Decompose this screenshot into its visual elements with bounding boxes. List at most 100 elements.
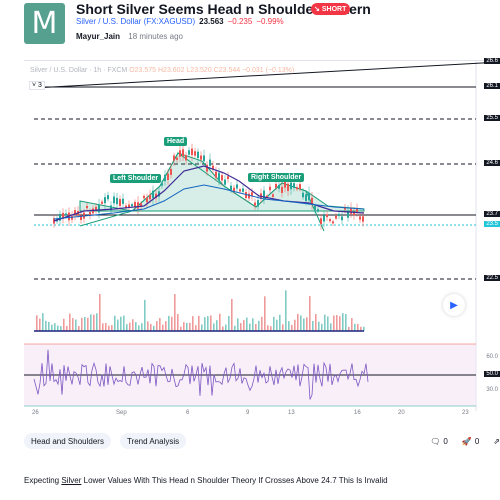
volume-bar — [51, 324, 53, 331]
date-label: 16 — [354, 410, 361, 416]
candle-body — [143, 195, 145, 199]
date-label: 6 — [186, 410, 190, 416]
publish-time: 18 minutes ago — [128, 32, 183, 41]
volume-bar — [192, 316, 194, 331]
author-name[interactable]: Mayur_Jain — [76, 32, 120, 41]
volume-bar — [279, 314, 281, 331]
volume-bar — [330, 323, 332, 331]
volume-bar — [240, 323, 242, 331]
volume-bar — [282, 324, 284, 331]
volume-bar — [300, 315, 302, 331]
legend-symbol: Silver / U.S. Dollar · 1h · FXCM — [30, 67, 128, 74]
tag-trend-analysis[interactable]: Trend Analysis — [119, 433, 187, 449]
volume-bar — [267, 325, 269, 331]
candle-body — [254, 202, 256, 206]
candle-body — [314, 205, 316, 210]
volume-bar — [276, 319, 278, 331]
volume-bar — [273, 316, 275, 331]
volume-bar — [108, 325, 110, 331]
volume-bar — [141, 323, 143, 331]
play-icon: ▶ — [450, 299, 458, 311]
author-avatar[interactable]: M — [24, 3, 65, 44]
date-label: 23 — [462, 410, 469, 416]
candle-body — [248, 193, 250, 199]
silver-link[interactable]: Silver — [61, 476, 81, 485]
candle-body — [215, 171, 217, 178]
volume-bar — [126, 324, 128, 331]
candle-body — [218, 172, 220, 181]
volume-bar — [354, 323, 356, 331]
date-label: 13 — [288, 410, 295, 416]
comment-icon: 🗨 — [430, 437, 441, 446]
volume-bar — [186, 322, 188, 331]
rocket-icon: 🚀 — [461, 437, 472, 446]
rsi-label-50: 50.0 — [484, 371, 500, 377]
date-label: 26 — [32, 410, 39, 416]
volume-bar — [228, 315, 230, 331]
annotation-left-shoulder: Left Shoulder — [110, 174, 162, 183]
price-label-22-5: 22.5 — [484, 275, 500, 281]
play-replay-button[interactable]: ▶ — [443, 294, 465, 316]
candle-body — [269, 186, 271, 191]
comments-button[interactable]: 🗨 0 — [430, 437, 448, 446]
candle-body — [98, 204, 100, 213]
volume-bar — [303, 318, 305, 331]
chart-legend: Silver / U.S. Dollar · 1h · FXCM O23.575… — [30, 67, 294, 74]
volume-bar — [195, 325, 197, 331]
volume-bar — [234, 325, 236, 331]
candle-body — [137, 202, 139, 209]
share-button[interactable]: ⇗ — [493, 437, 500, 446]
boost-button[interactable]: 🚀 0 — [462, 437, 479, 446]
volume-bar — [321, 323, 323, 331]
volume-bar — [129, 322, 131, 331]
desc-suffix: Lower Values With This Head n Shoulder T… — [83, 476, 388, 485]
candle-body — [332, 221, 334, 224]
candle-body — [302, 192, 304, 198]
volume-bar — [252, 318, 254, 331]
indicator-collapse-button[interactable]: ˅ 3 — [29, 81, 45, 90]
rsi-label-30: 30.0 — [486, 387, 498, 393]
candle-body — [176, 157, 178, 160]
volume-bar — [351, 318, 353, 331]
volume-bar — [327, 316, 329, 331]
chart-area[interactable]: Silver / U.S. Dollar · 1h · FXCM O23.575… — [24, 58, 500, 420]
volume-bar — [90, 314, 92, 331]
annotation-right-shoulder: Right Shoulder — [248, 173, 305, 182]
volume-bar — [69, 313, 71, 331]
price-label-26-1: 26.1 — [484, 83, 500, 89]
volume-bar — [213, 323, 215, 331]
volume-bar — [93, 314, 95, 331]
volume-bar — [309, 296, 311, 331]
volume-bar — [261, 316, 263, 331]
candle-body — [152, 190, 154, 199]
volume-bar — [237, 318, 239, 331]
candle-body — [284, 181, 286, 188]
candle-body — [116, 197, 118, 205]
volume-bar — [207, 316, 209, 331]
volume-bar — [225, 324, 227, 331]
author-line: Mayur_Jain 18 minutes ago — [76, 32, 183, 41]
symbol-link[interactable]: Silver / U.S. Dollar (FX:XAGUSD) — [76, 17, 195, 26]
candle-body — [197, 151, 199, 159]
candle-body — [146, 197, 148, 203]
volume-bar — [39, 318, 41, 331]
volume-bar — [48, 321, 50, 331]
candle-body — [134, 201, 136, 207]
volume-bar — [42, 313, 44, 331]
share-icon: ⇗ — [493, 437, 500, 446]
volume-bar — [216, 320, 218, 331]
volume-bar — [81, 317, 83, 331]
volume-bar — [111, 325, 113, 331]
candle-body — [290, 182, 292, 190]
volume-bar — [255, 324, 257, 331]
candle-body — [293, 183, 295, 188]
tag-head-and-shoulders[interactable]: Head and Shoulders — [24, 433, 111, 449]
candle-body — [185, 155, 187, 161]
candle-body — [305, 194, 307, 202]
candle-body — [299, 184, 301, 190]
candle-body — [164, 174, 166, 182]
volume-bar — [336, 315, 338, 331]
volume-bar — [102, 323, 104, 331]
candle-body — [191, 148, 193, 156]
volume-bar — [306, 317, 308, 331]
